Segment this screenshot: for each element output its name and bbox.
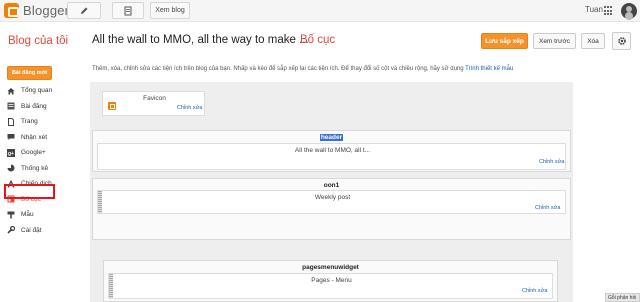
section-oon1: oon1 Weekly post Chỉnh sửa (92, 178, 571, 240)
sidebar-nav: Tổng quan Bài đăng Trang Nhận xét g+ Goo… (7, 83, 57, 238)
sidebar-item-overview[interactable]: Tổng quan (7, 83, 57, 99)
top-bar: Blogger Xem blog Tuan (0, 0, 640, 22)
active-item-highlight (4, 184, 55, 199)
user-name[interactable]: Tuan (585, 5, 603, 14)
svg-text:g+: g+ (8, 151, 14, 157)
avatar[interactable] (621, 3, 637, 19)
comments-icon (7, 133, 15, 141)
pages-icon (7, 117, 15, 126)
blogger-logo-icon[interactable] (4, 3, 19, 18)
document-icon (124, 6, 132, 15)
pencil-icon (81, 7, 88, 14)
widget-title: Weekly post (314, 194, 351, 201)
page-title: Bố cục (300, 34, 336, 46)
sidebar-item-template[interactable]: Mẫu (7, 207, 57, 223)
feedback-button[interactable]: Gỗi phản hồi (605, 293, 640, 302)
sidebar-item-settings[interactable]: Cài đặt (7, 223, 57, 239)
sidebar-item-comments[interactable]: Nhận xét (7, 130, 57, 146)
sidebar-item-label: Tổng quan (21, 87, 53, 95)
save-arrangement-button[interactable]: Lưu sắp xếp (481, 33, 528, 49)
home-icon (7, 87, 15, 95)
new-post-pencil-button[interactable] (67, 2, 101, 19)
sidebar-item-label: Nhận xét (21, 133, 48, 141)
sidebar-item-label: Mẫu (21, 211, 34, 219)
instructions-text: Thêm, xóa, chỉnh sửa các tiện ích trên b… (92, 66, 464, 72)
template-icon (7, 211, 15, 219)
sidebar-item-posts[interactable]: Bài đăng (7, 99, 57, 115)
posts-list-button[interactable] (112, 2, 144, 19)
sidebar-item-label: Trang (21, 118, 38, 126)
section-title: pagesmenuwidget (302, 264, 359, 271)
apps-grid-icon[interactable] (604, 6, 614, 16)
new-post-button[interactable]: Bài đăng mới (7, 66, 52, 80)
settings-icon (7, 226, 15, 234)
sidebar-item-stats[interactable]: Thống kê (7, 161, 57, 177)
section-pagesmenuwidget: pagesmenuwidget Pages - Menu Chỉnh sửa (103, 260, 558, 302)
edit-link[interactable]: Chỉnh sửa (539, 159, 564, 165)
settings-button[interactable] (612, 32, 631, 50)
widget-title: Favicon (143, 95, 166, 102)
edit-link[interactable]: Chỉnh sửa (535, 205, 560, 211)
section-title-text: header (319, 134, 344, 141)
template-designer-link[interactable]: Trình thiết kế mẫu (465, 66, 513, 72)
favicon-widget[interactable]: Favicon Chỉnh sửa (102, 91, 205, 116)
section-title: oon1 (323, 182, 340, 189)
clear-button[interactable]: Xóa (581, 33, 605, 49)
sidebar-item-pages[interactable]: Trang (7, 114, 57, 130)
breadcrumb-separator: · (287, 34, 291, 46)
view-blog-button[interactable]: Xem blog (150, 2, 190, 19)
posts-icon (7, 102, 15, 110)
edit-link[interactable]: Chỉnh sửa (177, 105, 202, 111)
layout-instructions: Thêm, xóa, chỉnh sửa các tiện ích trên b… (92, 66, 582, 72)
header-section: header All the wall to MMO, all t... Chỉ… (92, 130, 571, 172)
sidebar-item-label: Google+ (21, 149, 46, 157)
preview-button[interactable]: Xem trước (533, 33, 576, 49)
widget-title: Pages - Menu (311, 277, 352, 284)
sidebar-item-google-plus[interactable]: g+ Google+ (7, 145, 57, 161)
sidebar-item-label: Cài đặt (21, 226, 42, 234)
favicon-blogger-icon (108, 102, 116, 110)
brand-name: Blogger (23, 3, 70, 18)
edit-link[interactable]: Chỉnh sửa (522, 288, 547, 294)
layout-canvas: Favicon Chỉnh sửa header All the wall to… (90, 82, 573, 302)
widget-title: All the wall to MMO, all t... (294, 147, 371, 154)
google-plus-icon: g+ (7, 148, 15, 157)
weekly-post-widget[interactable]: Weekly post Chỉnh sửa (97, 190, 566, 214)
stats-icon (7, 164, 15, 172)
blog-name: All the wall to MMO, all the way to make… (92, 34, 309, 46)
pages-menu-widget[interactable]: Pages - Menu Chỉnh sửa (108, 273, 553, 299)
blog-title[interactable]: Blog của tôi (8, 35, 68, 47)
gear-icon (617, 37, 626, 45)
header-widget[interactable]: All the wall to MMO, all t... Chỉnh sửa (97, 143, 566, 170)
sidebar-item-label: Thống kê (21, 164, 49, 172)
section-title: header (93, 134, 570, 141)
sidebar-item-label: Bài đăng (21, 102, 47, 110)
